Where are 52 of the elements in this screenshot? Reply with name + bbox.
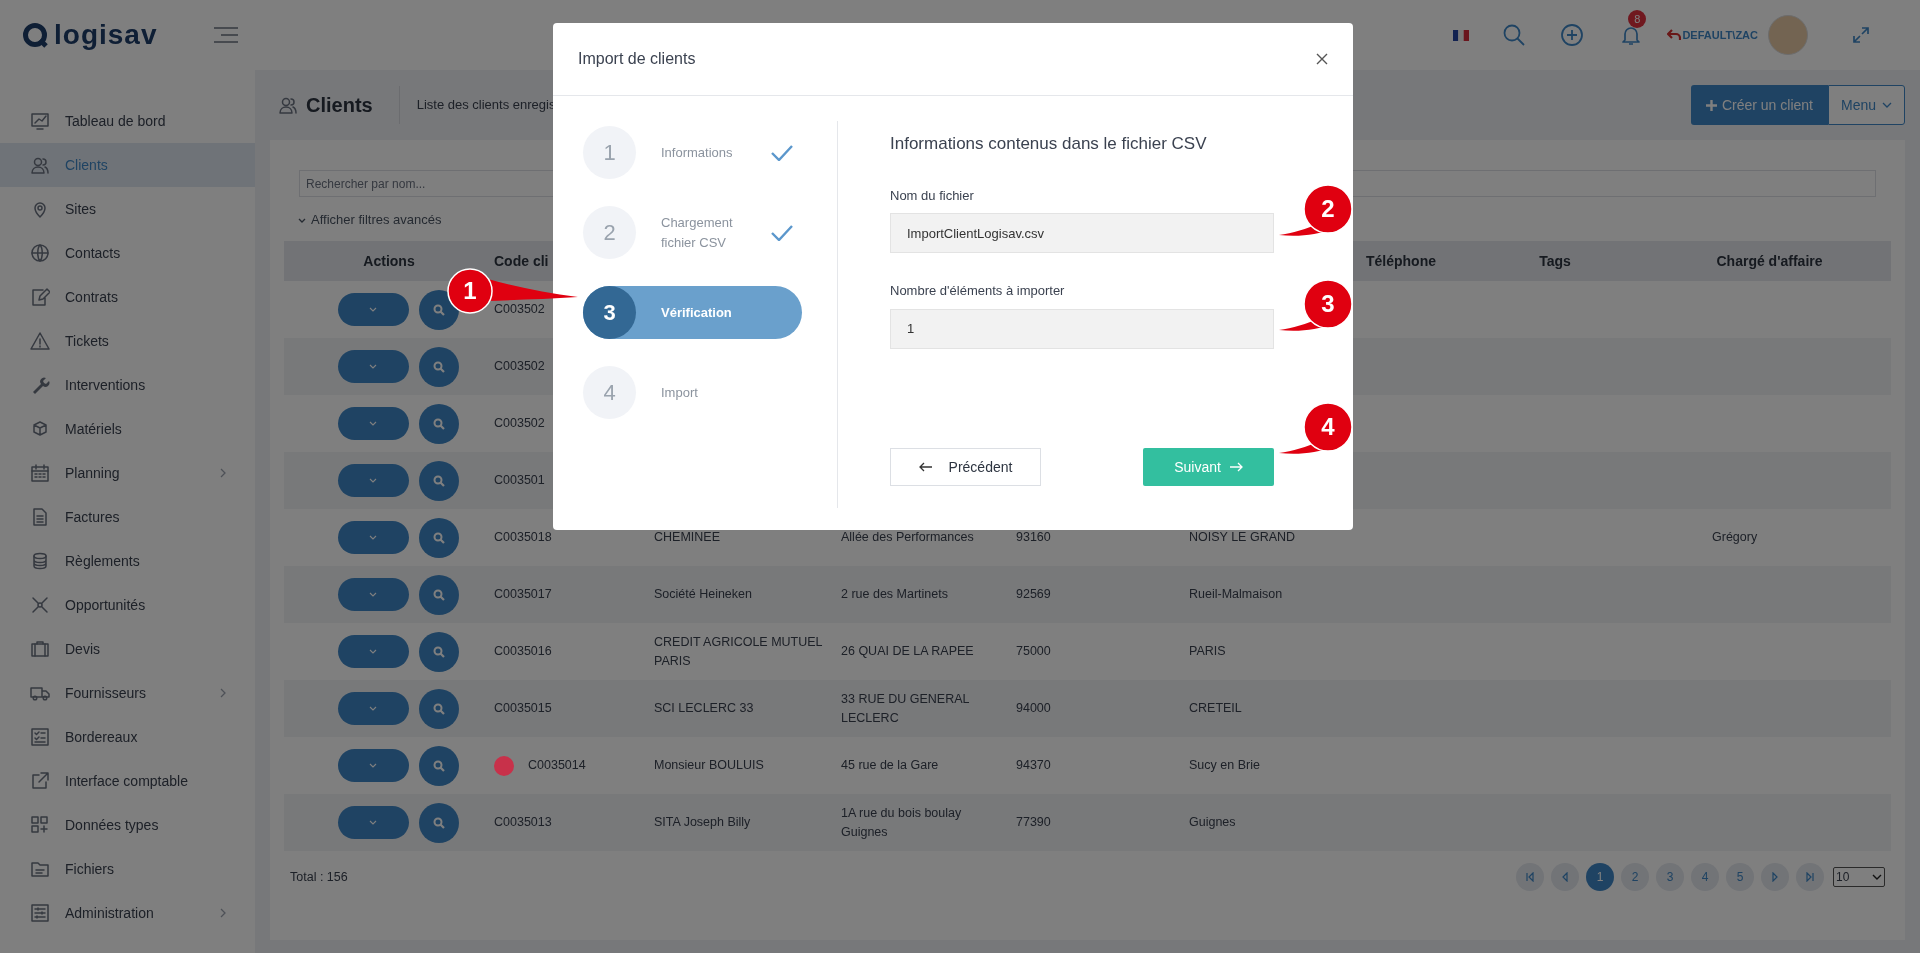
- page-title: Clients: [306, 93, 373, 118]
- field-label: Nombre d'éléments à importer: [890, 282, 1066, 300]
- notification-count: 8: [1628, 10, 1647, 28]
- table-cell-text: Grégory: [1711, 529, 1759, 546]
- table-cell-text: 1A rue du bois boulay Guignes: [841, 804, 963, 841]
- table-cell-text: C003501: [494, 472, 545, 490]
- wizard-step: 4 Import: [583, 366, 802, 419]
- column-header: Actions: [363, 251, 415, 271]
- wizard-step: 2 Chargement fichier CSV: [583, 206, 802, 259]
- table-cell-text: 75000: [1016, 643, 1052, 660]
- table-cell-text: CREDIT AGRICOLE MUTUEL PARIS: [654, 633, 824, 670]
- column-header: Code cli: [494, 251, 550, 271]
- table-cell-text: C0035014: [528, 757, 586, 775]
- table-cell-text: PARIS: [1189, 643, 1227, 660]
- table-cell-text: Monsieur BOULUIS: [654, 757, 765, 774]
- table-cell-text: C003502: [494, 301, 545, 319]
- table-cell-text: Sucy en Brie: [1189, 757, 1261, 774]
- table-cell-text: 45 rue de la Gare: [841, 757, 940, 774]
- table-cell-text: 93160: [1016, 529, 1052, 546]
- total-count: Total : 156: [290, 868, 348, 886]
- table-cell-text: C0035015: [494, 700, 552, 718]
- table-cell-text: 77390: [1016, 814, 1052, 831]
- table-cell-text: CRETEIL: [1189, 700, 1243, 717]
- column-header: Tags: [1539, 251, 1571, 271]
- field-label: Nom du fichier: [890, 186, 975, 205]
- logo-text: logisav: [54, 18, 158, 52]
- table-cell-text: C0035018: [494, 529, 552, 547]
- wizard-step: 1 Informations: [583, 126, 802, 179]
- table-cell-text: 2 rue des Martinets: [841, 586, 949, 603]
- table-cell-text: C0035016: [494, 643, 552, 661]
- dialog-title: Import de clients: [578, 49, 697, 69]
- table-cell-text: 26 QUAI DE LA RAPEE: [841, 643, 975, 660]
- table-cell-text: Société Heineken: [654, 586, 753, 603]
- table-cell-text: C003502: [494, 415, 545, 433]
- table-cell-text: 92569: [1016, 586, 1052, 603]
- table-cell-text: 94370: [1016, 757, 1052, 774]
- table-cell-text: NOISY LE GRAND: [1189, 529, 1297, 546]
- table-cell-text: Rueil-Malmaison: [1189, 586, 1284, 603]
- table-cell-text: CHEMINEE: [654, 529, 721, 546]
- table-cell-text: 33 RUE DU GENERAL LECLERC: [841, 690, 971, 727]
- table-cell-text: Allée des Performances: [841, 529, 975, 546]
- table-cell-text: C0035013: [494, 814, 552, 832]
- section-heading: Informations contenus dans le fichier CSV: [890, 133, 1208, 155]
- table-cell-text: SCI LECLERC 33: [654, 700, 755, 717]
- table-cell-text: Guignes: [1189, 814, 1237, 831]
- table-cell-text: C0035017: [494, 586, 552, 604]
- column-header: Chargé d'affaire: [1716, 251, 1823, 271]
- table-cell-text: 94000: [1016, 700, 1052, 717]
- table-cell-text: SITA Joseph Billy: [654, 814, 752, 831]
- wizard-step: 3 Vérification: [583, 286, 802, 339]
- column-header: Téléphone: [1366, 251, 1436, 271]
- table-cell-text: C003502: [494, 358, 545, 376]
